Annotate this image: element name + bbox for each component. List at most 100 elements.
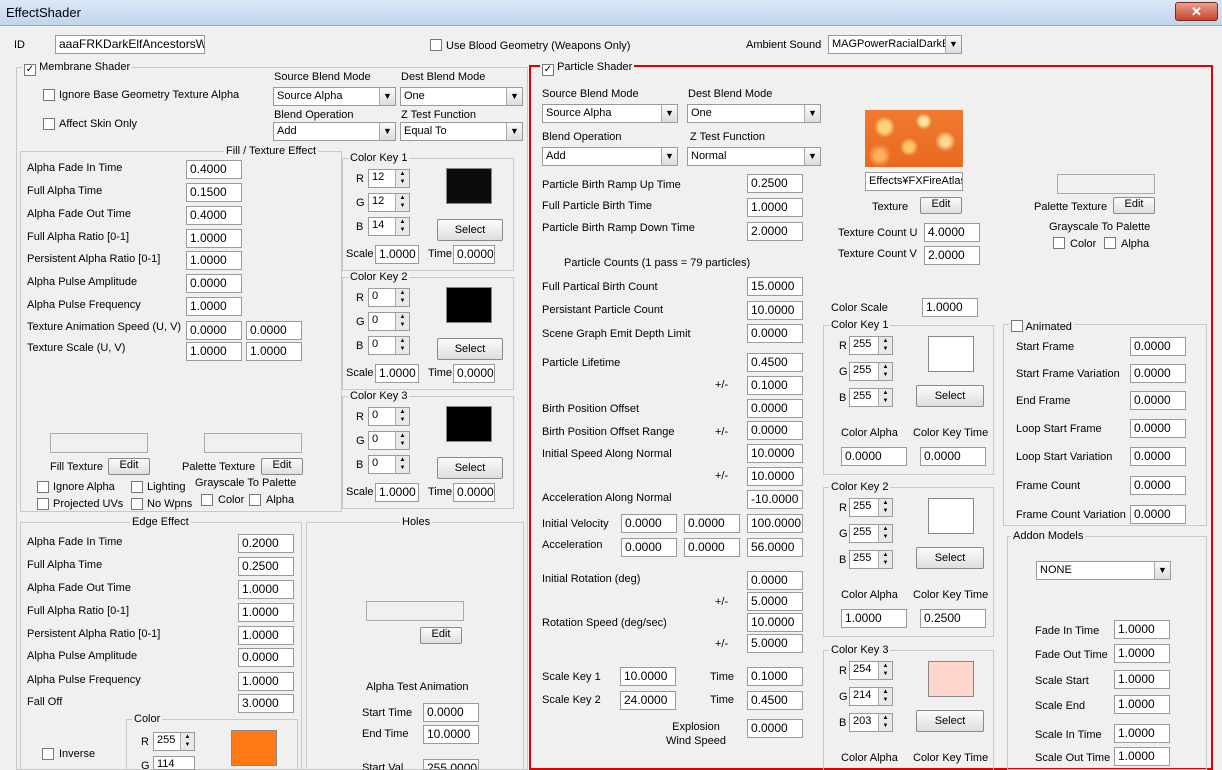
scale-key2-input[interactable]: 24.0000 (620, 691, 676, 710)
pkey2-g-spinner[interactable]: 255 ▲ ▼ (849, 524, 893, 543)
fill-alpha-pulse-amplitude-input[interactable]: 0.0000 (186, 274, 242, 293)
persist-input[interactable]: 10.0000 (747, 301, 803, 320)
tex-count-u-input[interactable]: 4.0000 (924, 223, 980, 242)
mkey1-g-spinner[interactable]: 12 ▲ ▼ (368, 193, 410, 212)
addon-scale-end-input[interactable]: 1.0000 (1114, 695, 1170, 714)
blood-geometry-checkbox[interactable] (430, 39, 442, 51)
fill-full-alpha-ratio-0-1-input[interactable]: 1.0000 (186, 229, 242, 248)
addon-scale-start-input[interactable]: 1.0000 (1114, 670, 1170, 689)
mkey3-scale-input[interactable]: 1.0000 (375, 483, 419, 502)
depth-input[interactable]: 0.0000 (747, 324, 803, 343)
fill-alpha-fade-out-time-input[interactable]: 0.4000 (186, 206, 242, 225)
init-rotation-pm-input[interactable]: 5.0000 (747, 592, 803, 611)
full-count-input[interactable]: 15.0000 (747, 277, 803, 296)
p-grayscale-alpha-checkbox[interactable] (1104, 237, 1116, 249)
pkey1-select-button[interactable]: Select (916, 385, 984, 407)
fill-texture-edit-button[interactable]: Edit (108, 458, 150, 475)
mkey2-select-button[interactable]: Select (437, 338, 503, 360)
pkey1-key-time-input[interactable]: 0.0000 (920, 447, 986, 466)
anim-frame-count-variation-input[interactable]: 0.0000 (1130, 505, 1186, 524)
p-src-blend-select[interactable]: Source Alpha ▼ (542, 104, 678, 123)
pkey1-swatch[interactable] (928, 336, 974, 372)
fill-full-alpha-time-input[interactable]: 0.1500 (186, 183, 242, 202)
rotation-speed-pm-input[interactable]: 5.0000 (747, 634, 803, 653)
velocity-y-input[interactable]: 0.0000 (684, 514, 740, 533)
ignore-base-alpha-checkbox[interactable] (43, 89, 55, 101)
p-grayscale-color-checkbox[interactable] (1053, 237, 1065, 249)
mkey3-time-input[interactable]: 0.0000 (453, 483, 495, 502)
velocity-z-input[interactable]: 100.0000 (747, 514, 803, 533)
mkey1-select-button[interactable]: Select (437, 219, 503, 241)
pkey2-alpha-input[interactable]: 1.0000 (841, 609, 907, 628)
accel-x-input[interactable]: 0.0000 (621, 538, 677, 557)
anim-loop-start-variation-input[interactable]: 0.0000 (1130, 447, 1186, 466)
pkey3-swatch[interactable] (928, 661, 974, 697)
id-input[interactable]: aaaFRKDarkElfAncestorsWrath (55, 35, 205, 54)
p-blend-op-select[interactable]: Add ▼ (542, 147, 678, 166)
pkey2-b-spinner[interactable]: 255 ▲ ▼ (849, 550, 893, 569)
mkey1-r-spinner[interactable]: 12 ▲ ▼ (368, 169, 410, 188)
close-button[interactable]: ✕ (1175, 2, 1218, 21)
ambient-sound-select[interactable]: MAGPowerRacialDarkElf ▼ (828, 35, 962, 54)
pkey3-g-spinner[interactable]: 214 ▲ ▼ (849, 687, 893, 706)
edge-persistent-alpha-ratio-0-1-input[interactable]: 1.0000 (238, 626, 294, 645)
holes-edit-button[interactable]: Edit (420, 627, 462, 644)
mkey1-scale-input[interactable]: 1.0000 (375, 245, 419, 264)
anim-start-frame-variation-input[interactable]: 0.0000 (1130, 364, 1186, 383)
addon-model-select[interactable]: NONE ▼ (1036, 561, 1171, 580)
mkey2-b-spinner[interactable]: 0 ▲ ▼ (368, 336, 410, 355)
pkey1-alpha-input[interactable]: 0.0000 (841, 447, 907, 466)
accel-y-input[interactable]: 0.0000 (684, 538, 740, 557)
pkey2-r-spinner[interactable]: 255 ▲ ▼ (849, 498, 893, 517)
ramp-up-input[interactable]: 0.2500 (747, 174, 803, 193)
scale-key1-input[interactable]: 10.0000 (620, 667, 676, 686)
anim-speed-u-input[interactable]: 0.0000 (186, 321, 242, 340)
edge-alpha-fade-out-time-input[interactable]: 1.0000 (238, 580, 294, 599)
lighting-checkbox[interactable] (131, 481, 143, 493)
pkey2-swatch[interactable] (928, 498, 974, 534)
holes-start-val-input[interactable]: 255.0000 (423, 759, 479, 770)
addon-fade-out-time-input[interactable]: 1.0000 (1114, 644, 1170, 663)
pkey3-b-spinner[interactable]: 203 ▲ ▼ (849, 713, 893, 732)
ignore-alpha-checkbox[interactable] (37, 481, 49, 493)
projected-uvs-checkbox[interactable] (37, 498, 49, 510)
edge-alpha-pulse-frequency-input[interactable]: 1.0000 (238, 672, 294, 691)
pkey2-select-button[interactable]: Select (916, 547, 984, 569)
anim-speed-v-input[interactable]: 0.0000 (246, 321, 302, 340)
mkey3-select-button[interactable]: Select (437, 457, 503, 479)
fill-alpha-pulse-frequency-input[interactable]: 1.0000 (186, 297, 242, 316)
holes-start-time-input[interactable]: 0.0000 (423, 703, 479, 722)
anim-start-frame-input[interactable]: 0.0000 (1130, 337, 1186, 356)
addon-scale-in-time-input[interactable]: 1.0000 (1114, 724, 1170, 743)
pkey1-g-spinner[interactable]: 255 ▲ ▼ (849, 362, 893, 381)
m-blend-op-select[interactable]: Add ▼ (273, 122, 396, 141)
edge-alpha-fade-in-time-input[interactable]: 0.2000 (238, 534, 294, 553)
mkey1-b-spinner[interactable]: 14 ▲ ▼ (368, 217, 410, 236)
tex-count-v-input[interactable]: 2.0000 (924, 246, 980, 265)
pkey3-r-spinner[interactable]: 254 ▲ ▼ (849, 661, 893, 680)
particle-shader-checkbox[interactable]: ✓ (542, 64, 554, 76)
scale-key1-time-input[interactable]: 0.1000 (747, 667, 803, 686)
mkey3-r-spinner[interactable]: 0 ▲ ▼ (368, 407, 410, 426)
init-rotation-input[interactable]: 0.0000 (747, 571, 803, 590)
birth-offset-input[interactable]: 0.0000 (747, 399, 803, 418)
mkey1-time-input[interactable]: 0.0000 (453, 245, 495, 264)
anim-loop-start-frame-input[interactable]: 0.0000 (1130, 419, 1186, 438)
pkey1-b-spinner[interactable]: 255 ▲ ▼ (849, 388, 893, 407)
explosion-input[interactable]: 0.0000 (747, 719, 803, 738)
rotation-speed-input[interactable]: 10.0000 (747, 613, 803, 632)
particle-texture-edit-button[interactable]: Edit (920, 197, 962, 214)
tex-scale-v-input[interactable]: 1.0000 (246, 342, 302, 361)
edge-color-swatch[interactable] (231, 730, 277, 766)
init-speed-pm-input[interactable]: 10.0000 (747, 467, 803, 486)
m-src-blend-select[interactable]: Source Alpha ▼ (273, 87, 396, 106)
pkey1-r-spinner[interactable]: 255 ▲ ▼ (849, 336, 893, 355)
mkey3-b-spinner[interactable]: 0 ▲ ▼ (368, 455, 410, 474)
edge-g-spinner[interactable]: 114 (153, 756, 195, 770)
init-speed-input[interactable]: 10.0000 (747, 444, 803, 463)
no-wpns-checkbox[interactable] (131, 498, 143, 510)
birth-range-input[interactable]: 0.0000 (747, 421, 803, 440)
p-dst-blend-select[interactable]: One ▼ (687, 104, 821, 123)
mkey2-g-spinner[interactable]: 0 ▲ ▼ (368, 312, 410, 331)
mkey3-swatch[interactable] (446, 406, 492, 442)
